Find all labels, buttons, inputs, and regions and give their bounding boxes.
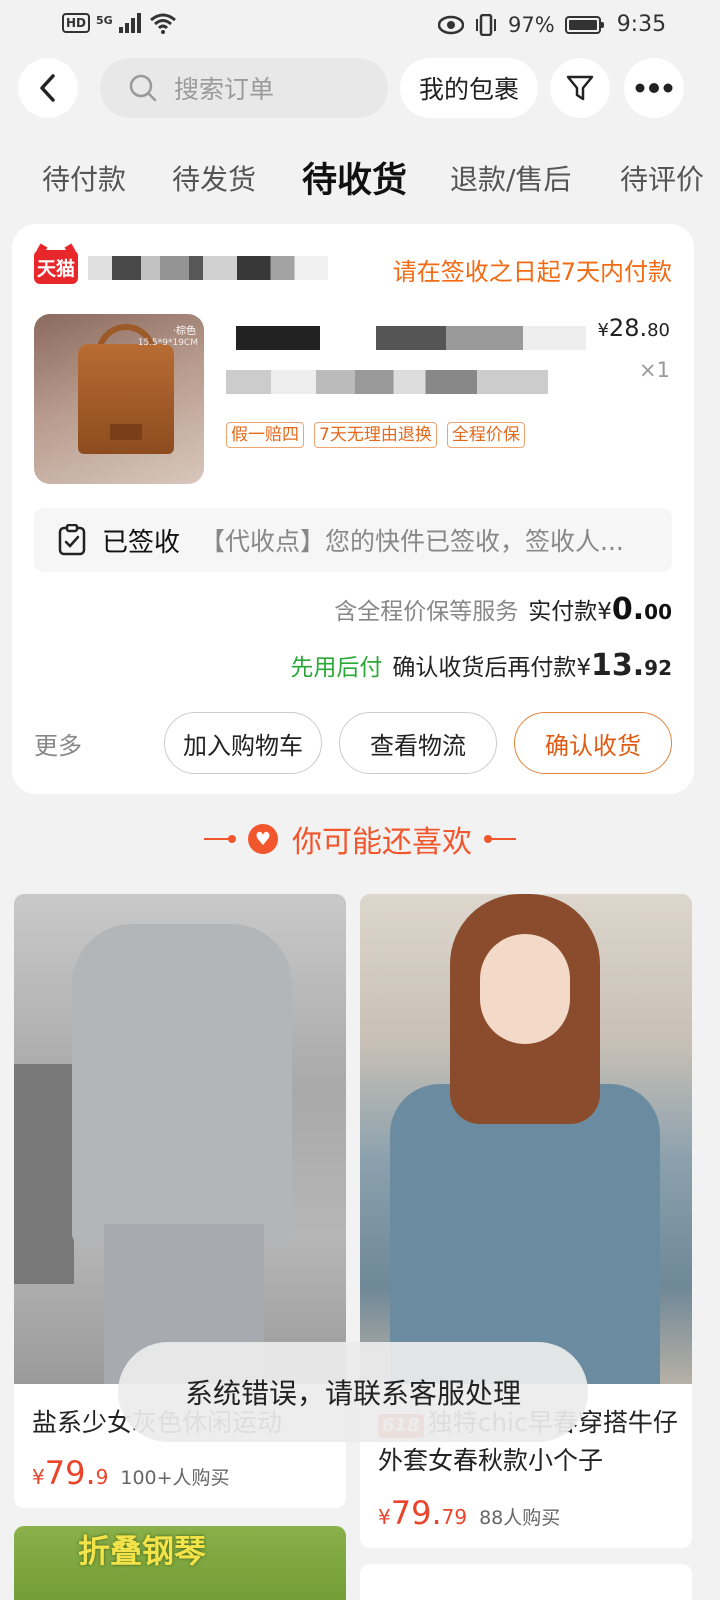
tag-7day-return: 7天无理由退换 — [314, 422, 437, 448]
back-button[interactable] — [18, 58, 78, 118]
product-card[interactable] — [360, 1564, 692, 1600]
divider-left — [204, 835, 236, 843]
divider-right — [484, 835, 516, 843]
logistics-status: 已签收 — [102, 527, 181, 558]
chevron-left-icon — [40, 74, 55, 102]
pay-notice: 请在签收之日起7天内付款 — [392, 258, 672, 286]
product-photo — [14, 894, 346, 1384]
later-pay-note: 确认收货后再付款¥13.92 — [392, 648, 672, 683]
product-price: ¥79. 9 100+人购买 — [32, 1454, 230, 1492]
my-packages-button[interactable]: 我的包裹 — [400, 58, 538, 118]
clipboard-check-icon — [58, 524, 86, 556]
product-price: ¥79. 79 88人购买 — [378, 1494, 561, 1532]
paid-row: 含全程价保等服务 实付款¥0.00 — [334, 592, 672, 627]
shelf-shape — [14, 1064, 74, 1284]
filter-icon — [566, 75, 594, 101]
clock: 9:35 — [616, 12, 667, 37]
price-decimal: 80 — [647, 320, 670, 341]
tag-price-protection: 全程价保 — [446, 422, 525, 448]
price-integer: 28. — [608, 314, 648, 342]
sweater-shape — [72, 924, 292, 1244]
tab-refund-aftersale[interactable]: 退款/售后 — [450, 158, 571, 198]
service-tags: 假一赔四 7天无理由退换 全程价保 — [226, 422, 525, 448]
face-shape — [480, 934, 570, 1044]
tmall-logo: 天猫 — [34, 250, 78, 284]
hd-indicator: HD — [62, 13, 91, 33]
battery-percent: 97% — [508, 12, 555, 37]
order-card: 天猫 请在签收之日起7天内付款 ·棕色 15.5*9*19CM ¥28.80 ×… — [12, 224, 694, 794]
view-logistics-button[interactable]: 查看物流 — [339, 712, 497, 774]
product-image-tag: ·棕色 — [172, 326, 196, 337]
sold-count: 100+人购买 — [120, 1467, 230, 1489]
heart-icon: ♥ — [248, 824, 278, 854]
later-pay-row: 先用后付 确认收货后再付款¥13.92 — [290, 648, 672, 683]
later-pay-label: 先用后付 — [290, 655, 383, 681]
product-quantity: ×1 — [639, 358, 670, 382]
jacket-shape — [390, 1084, 660, 1384]
search-placeholder: 搜索订单 — [174, 75, 275, 104]
status-bar: HD 5G 97% 9:35 — [0, 0, 720, 48]
sold-count: 88人购买 — [479, 1507, 561, 1529]
error-toast: 系统错误，请联系客服处理 — [118, 1342, 588, 1442]
tab-pending-receipt[interactable]: 待收货 — [302, 152, 407, 203]
order-tabs: 待付款 待发货 待收货 退款/售后 待评价 — [0, 150, 720, 210]
confirm-receipt-button[interactable]: 确认收货 — [514, 712, 672, 774]
tab-pending-payment[interactable]: 待付款 — [42, 158, 126, 198]
search-icon — [129, 74, 157, 102]
product-price: ¥28.80 — [597, 314, 670, 342]
logistics-row[interactable]: 已签收 【代收点】您的快件已签收，签收人... — [34, 508, 672, 572]
wifi-icon — [149, 13, 176, 34]
product-image-size: 15.5*9*19CM — [137, 338, 198, 348]
service-note: 含全程价保等服务 — [334, 599, 519, 625]
paid-amount: ¥0.00 — [597, 592, 672, 627]
more-options-button[interactable] — [624, 58, 684, 118]
recommend-header: ♥ 你可能还喜欢 — [0, 814, 720, 864]
filter-button[interactable] — [550, 58, 610, 118]
vibrate-icon — [476, 13, 496, 36]
search-input[interactable]: 搜索订单 — [100, 58, 388, 118]
product-photo — [360, 894, 692, 1384]
battery-icon — [564, 15, 604, 34]
tab-pending-review[interactable]: 待评价 — [620, 158, 704, 198]
product-card[interactable]: 折叠钢琴 — [14, 1526, 346, 1600]
paid-label: 实付款¥0.00 — [528, 592, 672, 627]
product-title-redacted[interactable] — [236, 326, 586, 350]
more-link[interactable]: 更多 — [34, 726, 82, 761]
add-to-cart-button[interactable]: 加入购物车 — [164, 712, 322, 774]
recommend-title: 你可能还喜欢 — [292, 825, 472, 860]
status-right: 97% 9:35 — [438, 12, 666, 37]
shop-name-redacted[interactable] — [88, 256, 328, 280]
product-spec-redacted — [226, 370, 548, 394]
top-bar: 搜索订单 我的包裹 — [0, 56, 720, 120]
later-pay-amount: ¥13.92 — [576, 648, 672, 683]
bag-label-shape — [110, 424, 142, 440]
logistics-text: 【代收点】您的快件已签收，签收人... — [200, 527, 624, 556]
price-currency: ¥ — [597, 320, 609, 341]
tab-pending-shipment[interactable]: 待发货 — [172, 158, 256, 198]
product-image[interactable]: ·棕色 15.5*9*19CM — [34, 314, 204, 484]
tag-fake-compensation: 假一赔四 — [226, 422, 304, 448]
network-type: 5G — [96, 13, 113, 27]
product-image-text: 折叠钢琴 — [78, 1532, 207, 1570]
status-left: HD 5G — [62, 12, 177, 34]
more-dots-icon — [635, 83, 673, 93]
signal-icon — [118, 13, 141, 33]
eye-icon — [438, 15, 464, 34]
product-card[interactable]: 618独特chic早春穿搭牛仔外套女春秋款小个子 ¥79.79 88人购买 — [360, 894, 692, 1548]
